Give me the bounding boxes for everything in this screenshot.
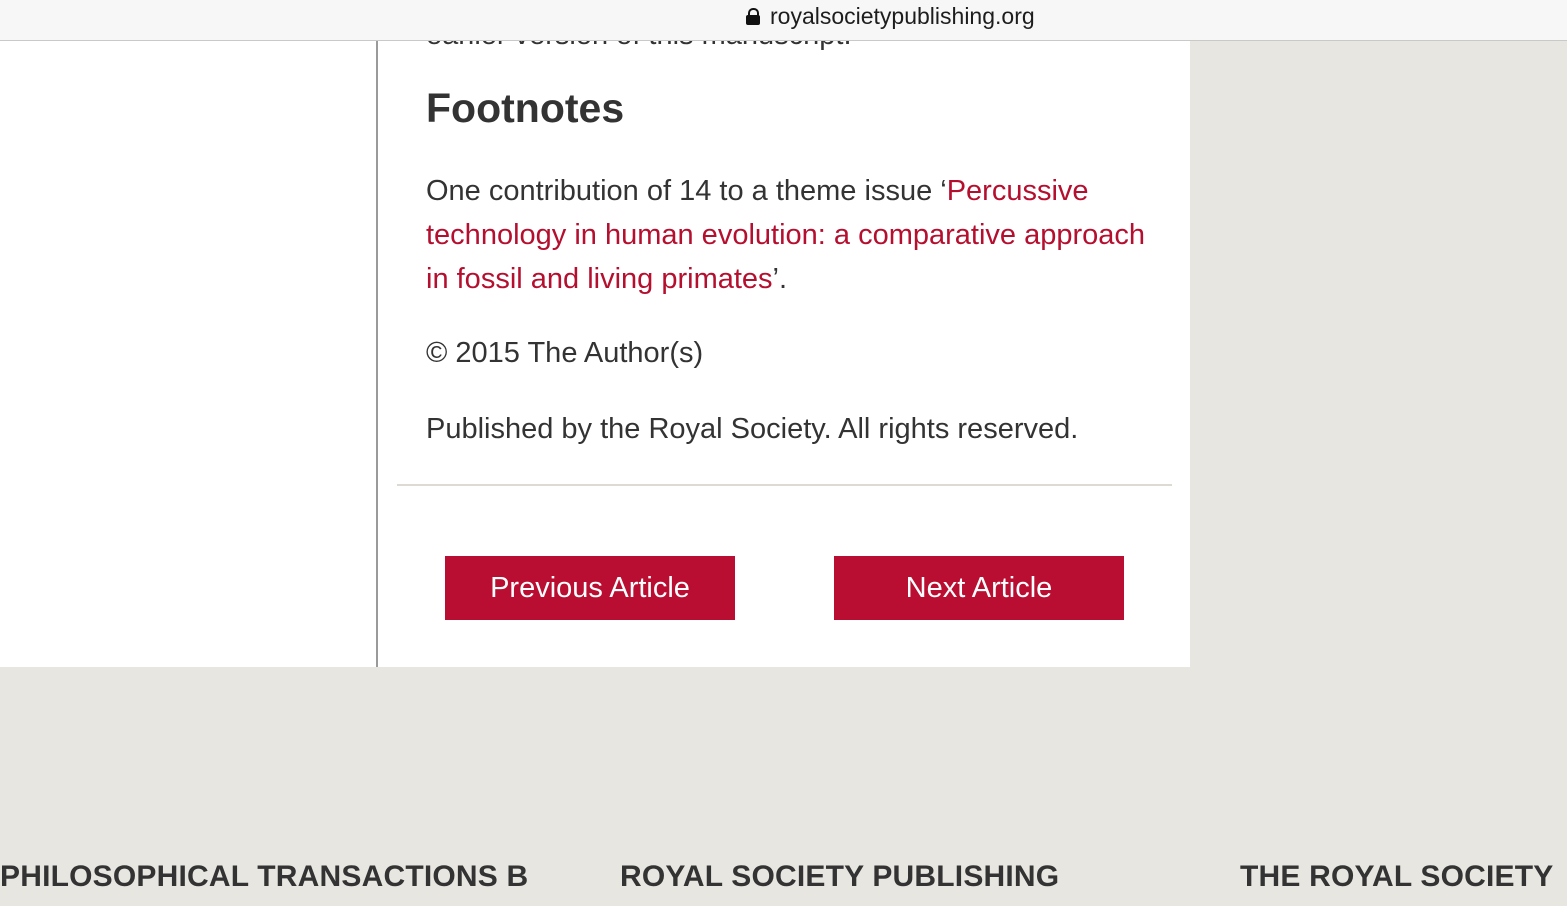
previous-article-button[interactable]: Previous Article: [445, 556, 735, 620]
url-display[interactable]: royalsocietypublishing.org: [746, 2, 1035, 29]
url-text: royalsocietypublishing.org: [770, 2, 1035, 29]
footnote-suffix: ’.: [772, 263, 788, 295]
footer-link-the-royal-society[interactable]: THE ROYAL SOCIETY: [1240, 860, 1553, 894]
lock-icon: [746, 7, 760, 25]
browser-address-bar[interactable]: royalsocietypublishing.org: [0, 0, 1567, 41]
footer-link-philosophical-transactions-b[interactable]: PHILOSOPHICAL TRANSACTIONS B: [0, 860, 528, 894]
footnote-paragraph: One contribution of 14 to a theme issue …: [426, 169, 1166, 301]
copyright-notice: © 2015 The Author(s): [426, 337, 704, 369]
next-article-button[interactable]: Next Article: [834, 556, 1124, 620]
left-sidebar: [0, 41, 378, 667]
footnotes-heading: Footnotes: [426, 85, 625, 131]
section-divider: [397, 484, 1172, 486]
footer-link-royal-society-publishing[interactable]: ROYAL SOCIETY PUBLISHING: [620, 860, 1059, 894]
publisher-notice: Published by the Royal Society. All righ…: [426, 413, 1079, 445]
article-content: earlier version of this manuscript. Foot…: [378, 41, 1190, 667]
cut-off-text: earlier version of this manuscript.: [426, 41, 852, 52]
footnote-prefix: One contribution of 14 to a theme issue …: [426, 175, 947, 207]
